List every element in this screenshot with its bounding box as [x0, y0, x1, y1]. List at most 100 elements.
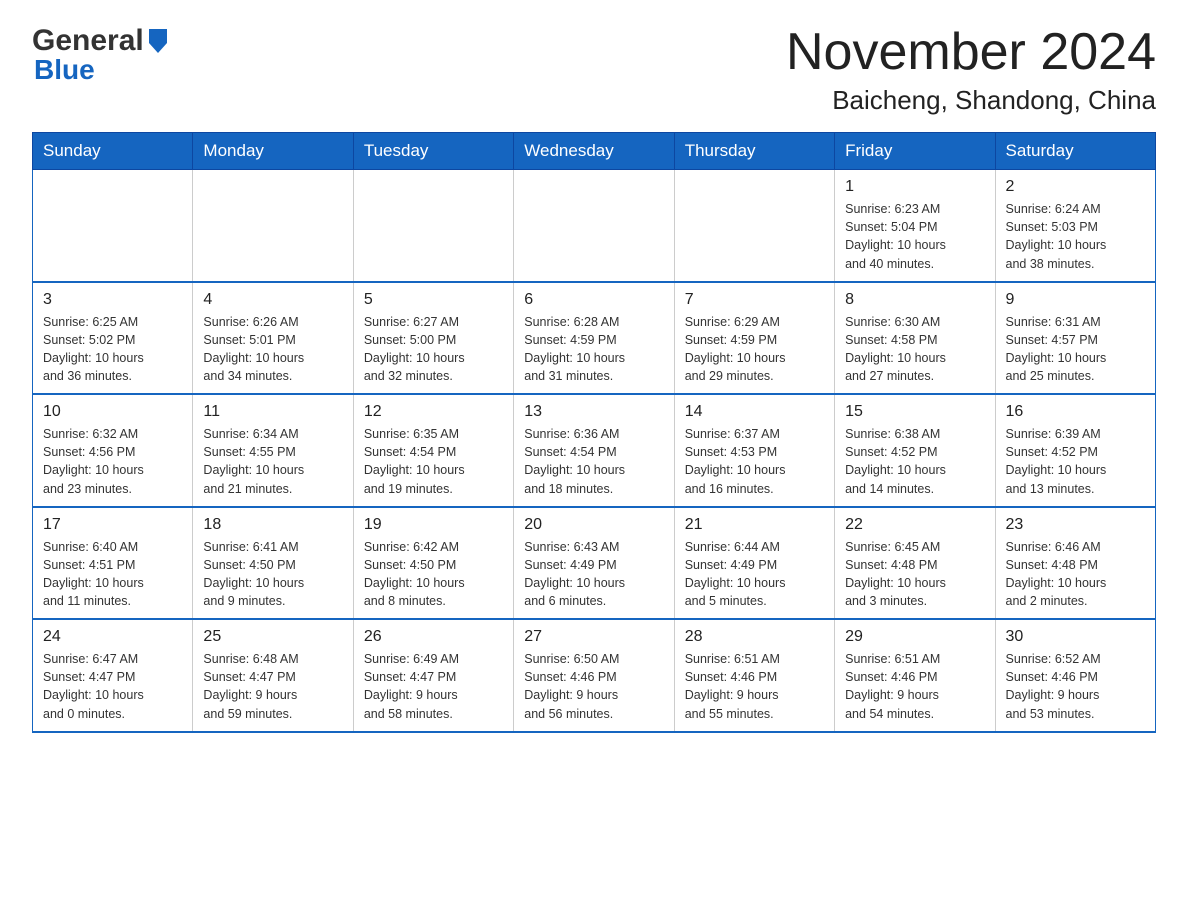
page-title: November 2024: [786, 24, 1156, 81]
day-number: 20: [524, 516, 663, 534]
day-number: 22: [845, 516, 984, 534]
day-number: 2: [1006, 178, 1145, 196]
logo-general-text: General: [32, 24, 144, 58]
calendar-day-cell: 3Sunrise: 6:25 AM Sunset: 5:02 PM Daylig…: [33, 282, 193, 395]
calendar-day-cell: 29 Sunrise: 6:51 AM Sunset: 4:46 PM Dayli…: [835, 619, 995, 732]
day-number: 23: [1006, 516, 1145, 534]
day-info: Sunrise: 6:50 AM Sunset: 4:46 PM Dayligh…: [524, 650, 663, 723]
day-number: 16: [1006, 403, 1145, 421]
calendar-day-cell: [193, 170, 353, 282]
day-number: 8: [845, 291, 984, 309]
calendar-day-cell: 21 Sunrise: 6:44 AM Sunset: 4:49 PM Dayli…: [674, 507, 834, 620]
day-info: Sunrise: 6:49 AM Sunset: 4:47 PM Dayligh…: [364, 650, 503, 723]
day-info: Sunrise: 6:25 AM Sunset: 5:02 PM Dayligh…: [43, 313, 182, 386]
day-info: Sunrise: 6:29 AM Sunset: 4:59 PM Dayligh…: [685, 313, 824, 386]
calendar-day-cell: 9 Sunrise: 6:31 AM Sunset: 4:57 PM Daylig…: [995, 282, 1155, 395]
calendar-day-cell: 25 Sunrise: 6:48 AM Sunset: 4:47 PM Dayli…: [193, 619, 353, 732]
calendar-day-cell: 13 Sunrise: 6:36 AM Sunset: 4:54 PM Dayli…: [514, 394, 674, 507]
calendar-day-cell: 5 Sunrise: 6:27 AM Sunset: 5:00 PM Daylig…: [353, 282, 513, 395]
day-number: 11: [203, 403, 342, 421]
day-info: Sunrise: 6:40 AM Sunset: 4:51 PM Dayligh…: [43, 538, 182, 611]
logo: General Blue: [32, 24, 169, 86]
day-info: Sunrise: 6:28 AM Sunset: 4:59 PM Dayligh…: [524, 313, 663, 386]
day-info: Sunrise: 6:32 AM Sunset: 4:56 PM Dayligh…: [43, 425, 182, 498]
calendar-day-cell: 12 Sunrise: 6:35 AM Sunset: 4:54 PM Dayli…: [353, 394, 513, 507]
calendar-day-cell: 2 Sunrise: 6:24 AM Sunset: 5:03 PM Daylig…: [995, 170, 1155, 282]
day-info: Sunrise: 6:51 AM Sunset: 4:46 PM Dayligh…: [845, 650, 984, 723]
day-info: Sunrise: 6:43 AM Sunset: 4:49 PM Dayligh…: [524, 538, 663, 611]
calendar-day-cell: 24 Sunrise: 6:47 AM Sunset: 4:47 PM Dayli…: [33, 619, 193, 732]
calendar-day-cell: 14 Sunrise: 6:37 AM Sunset: 4:53 PM Dayli…: [674, 394, 834, 507]
col-saturday: Saturday: [995, 133, 1155, 170]
day-info: Sunrise: 6:42 AM Sunset: 4:50 PM Dayligh…: [364, 538, 503, 611]
day-info: Sunrise: 6:47 AM Sunset: 4:47 PM Dayligh…: [43, 650, 182, 723]
day-number: 30: [1006, 628, 1145, 646]
page-header: General Blue November 2024 Baicheng, Sha…: [32, 24, 1156, 116]
day-number: 29: [845, 628, 984, 646]
day-info: Sunrise: 6:38 AM Sunset: 4:52 PM Dayligh…: [845, 425, 984, 498]
day-number: 17: [43, 516, 182, 534]
day-number: 12: [364, 403, 503, 421]
day-number: 4: [203, 291, 342, 309]
day-number: 9: [1006, 291, 1145, 309]
day-info: Sunrise: 6:36 AM Sunset: 4:54 PM Dayligh…: [524, 425, 663, 498]
calendar-day-cell: 19Sunrise: 6:42 AM Sunset: 4:50 PM Dayli…: [353, 507, 513, 620]
day-number: 28: [685, 628, 824, 646]
logo-flag-icon: [147, 27, 169, 55]
calendar-day-cell: 1 Sunrise: 6:23 AM Sunset: 5:04 PM Daylig…: [835, 170, 995, 282]
day-number: 27: [524, 628, 663, 646]
day-number: 10: [43, 403, 182, 421]
day-info: Sunrise: 6:44 AM Sunset: 4:49 PM Dayligh…: [685, 538, 824, 611]
day-info: Sunrise: 6:46 AM Sunset: 4:48 PM Dayligh…: [1006, 538, 1145, 611]
calendar-day-cell: 10 Sunrise: 6:32 AM Sunset: 4:56 PM Dayli…: [33, 394, 193, 507]
page-subtitle: Baicheng, Shandong, China: [786, 85, 1156, 116]
calendar-day-cell: 28 Sunrise: 6:51 AM Sunset: 4:46 PM Dayli…: [674, 619, 834, 732]
calendar-day-cell: [674, 170, 834, 282]
days-of-week-row: Sunday Monday Tuesday Wednesday Thursday…: [33, 133, 1156, 170]
day-info: Sunrise: 6:27 AM Sunset: 5:00 PM Dayligh…: [364, 313, 503, 386]
calendar-week-row: 17 Sunrise: 6:40 AM Sunset: 4:51 PM Dayli…: [33, 507, 1156, 620]
day-number: 13: [524, 403, 663, 421]
calendar-day-cell: 8 Sunrise: 6:30 AM Sunset: 4:58 PM Daylig…: [835, 282, 995, 395]
day-info: Sunrise: 6:31 AM Sunset: 4:57 PM Dayligh…: [1006, 313, 1145, 386]
day-info: Sunrise: 6:34 AM Sunset: 4:55 PM Dayligh…: [203, 425, 342, 498]
day-info: Sunrise: 6:52 AM Sunset: 4:46 PM Dayligh…: [1006, 650, 1145, 723]
calendar-week-row: 1 Sunrise: 6:23 AM Sunset: 5:04 PM Daylig…: [33, 170, 1156, 282]
calendar-day-cell: 15Sunrise: 6:38 AM Sunset: 4:52 PM Dayli…: [835, 394, 995, 507]
calendar-day-cell: 26 Sunrise: 6:49 AM Sunset: 4:47 PM Dayli…: [353, 619, 513, 732]
col-thursday: Thursday: [674, 133, 834, 170]
calendar-day-cell: 17 Sunrise: 6:40 AM Sunset: 4:51 PM Dayli…: [33, 507, 193, 620]
col-friday: Friday: [835, 133, 995, 170]
day-number: 25: [203, 628, 342, 646]
calendar-day-cell: 30 Sunrise: 6:52 AM Sunset: 4:46 PM Dayli…: [995, 619, 1155, 732]
calendar-day-cell: 18Sunrise: 6:41 AM Sunset: 4:50 PM Dayli…: [193, 507, 353, 620]
day-number: 21: [685, 516, 824, 534]
day-info: Sunrise: 6:48 AM Sunset: 4:47 PM Dayligh…: [203, 650, 342, 723]
day-info: Sunrise: 6:35 AM Sunset: 4:54 PM Dayligh…: [364, 425, 503, 498]
day-number: 18: [203, 516, 342, 534]
col-wednesday: Wednesday: [514, 133, 674, 170]
calendar-day-cell: [514, 170, 674, 282]
calendar-header: Sunday Monday Tuesday Wednesday Thursday…: [33, 133, 1156, 170]
col-sunday: Sunday: [33, 133, 193, 170]
day-number: 14: [685, 403, 824, 421]
day-info: Sunrise: 6:23 AM Sunset: 5:04 PM Dayligh…: [845, 200, 984, 273]
calendar-day-cell: [33, 170, 193, 282]
day-info: Sunrise: 6:24 AM Sunset: 5:03 PM Dayligh…: [1006, 200, 1145, 273]
day-number: 26: [364, 628, 503, 646]
day-number: 7: [685, 291, 824, 309]
day-info: Sunrise: 6:37 AM Sunset: 4:53 PM Dayligh…: [685, 425, 824, 498]
calendar-day-cell: 16Sunrise: 6:39 AM Sunset: 4:52 PM Dayli…: [995, 394, 1155, 507]
calendar-day-cell: 4 Sunrise: 6:26 AM Sunset: 5:01 PM Daylig…: [193, 282, 353, 395]
day-info: Sunrise: 6:30 AM Sunset: 4:58 PM Dayligh…: [845, 313, 984, 386]
day-info: Sunrise: 6:26 AM Sunset: 5:01 PM Dayligh…: [203, 313, 342, 386]
calendar-day-cell: 6Sunrise: 6:28 AM Sunset: 4:59 PM Daylig…: [514, 282, 674, 395]
day-number: 5: [364, 291, 503, 309]
calendar-day-cell: 23 Sunrise: 6:46 AM Sunset: 4:48 PM Dayli…: [995, 507, 1155, 620]
day-info: Sunrise: 6:51 AM Sunset: 4:46 PM Dayligh…: [685, 650, 824, 723]
col-tuesday: Tuesday: [353, 133, 513, 170]
calendar-day-cell: 11 Sunrise: 6:34 AM Sunset: 4:55 PM Dayli…: [193, 394, 353, 507]
day-number: 24: [43, 628, 182, 646]
day-info: Sunrise: 6:45 AM Sunset: 4:48 PM Dayligh…: [845, 538, 984, 611]
day-number: 1: [845, 178, 984, 196]
